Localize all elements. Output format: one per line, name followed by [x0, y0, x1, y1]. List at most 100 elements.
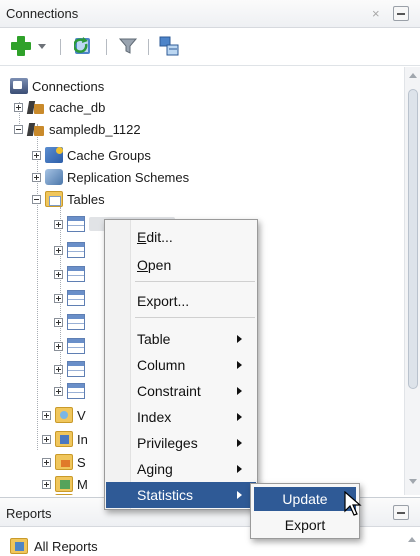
menu-item-label: Aging [137, 461, 173, 477]
refresh-icon[interactable] [74, 35, 96, 57]
menu-item-label: Export [284, 517, 326, 533]
tree-item-views[interactable]: V [42, 404, 86, 426]
views-folder-icon [55, 407, 73, 423]
scroll-up-icon[interactable] [409, 73, 417, 78]
expand-icon[interactable] [54, 293, 63, 303]
menu-item-index[interactable]: Index [106, 404, 256, 430]
close-icon[interactable]: × [372, 6, 380, 21]
connections-panel-header: Connections × [0, 0, 420, 28]
materialized-views-folder-icon [55, 476, 73, 492]
menu-item-aging[interactable]: Aging [106, 456, 256, 482]
replication-schemes-icon [45, 169, 63, 185]
tree-label: Cache Groups [67, 147, 151, 163]
materialized-view-logs-folder-icon [55, 494, 73, 495]
tree-item-sequences[interactable]: S [42, 451, 86, 473]
toolbar-separator [60, 39, 61, 55]
tree-label: M [77, 495, 88, 496]
tables-folder-icon [45, 191, 63, 207]
table-row[interactable] [54, 239, 89, 261]
menu-item-edit[interactable]: Edit... [106, 224, 256, 250]
mouse-cursor-icon [344, 491, 362, 516]
minimize-icon[interactable] [393, 6, 409, 21]
table-row[interactable] [54, 358, 89, 380]
submenu-arrow-icon [237, 439, 242, 447]
indexes-folder-icon [55, 431, 73, 447]
expand-icon[interactable] [14, 102, 23, 112]
menu-item-label: Table [137, 331, 171, 347]
table-icon [67, 266, 85, 282]
expand-icon[interactable] [54, 219, 63, 229]
connections-toolbar [0, 28, 420, 66]
tree-item-replication-schemes[interactable]: Replication Schemes [32, 166, 189, 188]
tree-label: In [77, 431, 88, 447]
filter-icon[interactable] [118, 36, 138, 56]
tree-label: Replication Schemes [67, 169, 190, 185]
collapse-icon[interactable] [32, 194, 41, 204]
menu-item-export[interactable]: Export... [106, 288, 256, 314]
scroll-down-icon[interactable] [409, 479, 417, 484]
minimize-icon[interactable] [393, 505, 409, 520]
expand-icon[interactable] [54, 341, 63, 351]
menu-item-privileges[interactable]: Privileges [106, 430, 256, 456]
expand-icon[interactable] [32, 150, 41, 160]
connections-panel-title: Connections [6, 6, 79, 21]
submenu-arrow-icon [237, 413, 242, 421]
menu-item-open[interactable]: Open [106, 252, 256, 278]
scroll-thumb[interactable] [408, 89, 418, 389]
menu-item-table[interactable]: Table [106, 326, 256, 352]
table-row[interactable] [54, 311, 89, 333]
menu-item-label: Constraint [137, 383, 201, 399]
collapse-icon[interactable] [14, 124, 23, 134]
tree-item-tables[interactable]: Tables [32, 188, 105, 210]
toolbar-separator [148, 39, 149, 55]
expand-icon[interactable] [54, 386, 63, 396]
submenu-item-update[interactable]: Update [254, 487, 356, 511]
connections-icon [10, 78, 28, 94]
reports-icon [10, 538, 28, 554]
dropdown-arrow-icon[interactable] [38, 44, 46, 49]
table-icon [67, 361, 85, 377]
menu-item-label: Index [137, 409, 172, 425]
menu-item-label: Statistics [137, 487, 194, 503]
table-icon [67, 338, 85, 354]
expand-icon[interactable] [42, 479, 51, 489]
table-icon [67, 242, 85, 258]
expand-icon[interactable] [32, 172, 41, 182]
expand-icon[interactable] [42, 434, 51, 444]
table-row[interactable] [54, 380, 89, 402]
tree-label: Connections [32, 78, 105, 94]
tree-vertical-scrollbar[interactable] [404, 67, 420, 495]
schema-browser-icon[interactable] [158, 35, 180, 57]
menu-separator [135, 317, 255, 318]
table-row[interactable] [54, 287, 89, 309]
tree-label: Tables [67, 191, 105, 207]
table-icon [67, 290, 85, 306]
menu-item-column[interactable]: Column [106, 352, 256, 378]
tree-item-cache-db[interactable]: cache_db [14, 96, 105, 118]
tree-root-connections[interactable]: Connections [10, 75, 104, 97]
tree-item-sampledb[interactable]: sampledb_1122 [14, 118, 141, 140]
expand-icon[interactable] [54, 317, 63, 327]
tree-item-cache-groups[interactable]: Cache Groups [32, 144, 151, 166]
expand-icon[interactable] [42, 457, 51, 467]
table-icon [67, 383, 85, 399]
table-icon [67, 314, 85, 330]
expand-icon[interactable] [54, 269, 63, 279]
menu-item-statistics[interactable]: Statistics [106, 482, 256, 508]
scroll-up-icon[interactable] [408, 537, 416, 542]
table-row[interactable] [54, 335, 89, 357]
toolbar-separator [106, 39, 107, 55]
submenu-arrow-icon [237, 465, 242, 473]
tree-label: cache_db [49, 99, 106, 115]
expand-icon[interactable] [42, 410, 51, 420]
add-connection-icon[interactable] [10, 35, 32, 57]
menu-item-constraint[interactable]: Constraint [106, 378, 256, 404]
expand-icon[interactable] [54, 245, 63, 255]
tree-label: M [77, 476, 88, 492]
expand-icon[interactable] [54, 364, 63, 374]
table-row[interactable] [54, 263, 89, 285]
tree-item-materialized-view-logs[interactable]: M [42, 491, 88, 495]
submenu-item-export[interactable]: Export [254, 513, 356, 537]
tree-item-all-reports[interactable]: All Reports [10, 535, 98, 556]
tree-item-indexes[interactable]: In [42, 428, 88, 450]
